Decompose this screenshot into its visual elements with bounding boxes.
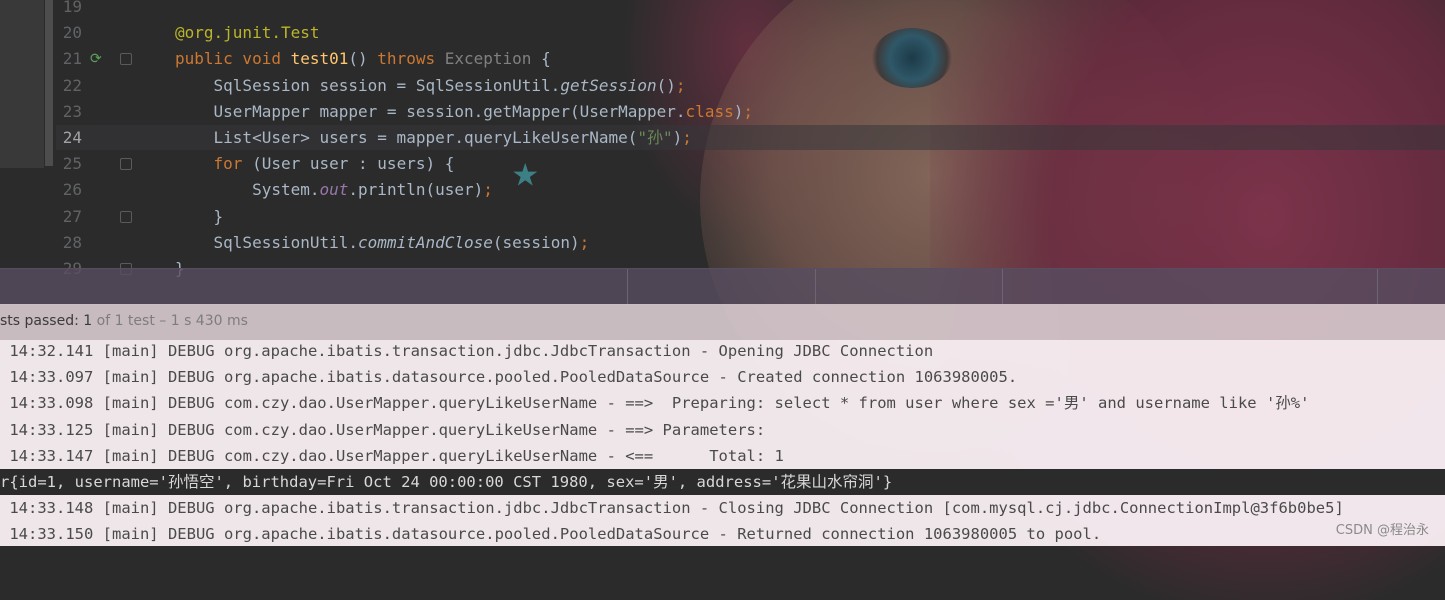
test-status-bar: sts passed: 1 of 1 test – 1 s 430 ms [0, 304, 1445, 340]
console-log-line: 14:33.147 [main] DEBUG com.czy.dao.UserM… [0, 446, 784, 465]
code-line[interactable]: 28 SqlSessionUtil.commitAndClose(session… [0, 230, 1445, 256]
console-log-line: 14:33.125 [main] DEBUG com.czy.dao.UserM… [0, 420, 775, 439]
code-text: for (User user : users) { [213, 154, 455, 174]
code-text: System.out.println(user); [175, 180, 493, 200]
console-log-line: 14:32.141 [main] DEBUG org.apache.ibatis… [0, 342, 934, 360]
line-number: 26 [62, 180, 82, 200]
line-number: 27 [62, 206, 82, 226]
console-log-line: 14:33.097 [main] DEBUG org.apache.ibatis… [0, 368, 1018, 387]
code-text: @org.junit.Test [175, 23, 320, 43]
code-text: SqlSession session = SqlSessionUtil.getS… [175, 75, 686, 95]
console-log-line: 14:33.150 [main] DEBUG org.apache.ibatis… [0, 525, 1102, 544]
code-editor[interactable]: 19 20 @org.junit.Test 21 ⟳ public void test01… [0, 0, 1445, 278]
code-line[interactable]: 24 List<User> users = mapper.queryLikeUs… [0, 125, 1445, 151]
line-number: 25 [62, 154, 82, 174]
code-text: UserMapper mapper = session.getMapper(Us… [175, 101, 753, 121]
run-console[interactable]: 14:32.141 [main] DEBUG org.apache.ibatis… [0, 340, 1445, 546]
code-line[interactable]: 27 } [0, 204, 1445, 230]
fold-marker-icon[interactable] [120, 53, 132, 66]
line-number: 21 [62, 49, 82, 69]
line-number: 28 [62, 232, 82, 252]
code-line[interactable]: 26 System.out.println(user); [0, 177, 1445, 203]
run-test-icon[interactable]: ⟳ [90, 46, 106, 72]
code-line[interactable]: 21 ⟳ public void test01() throws Exception… [0, 46, 1445, 72]
watermark: CSDN @程治永 [1335, 523, 1429, 538]
code-text: SqlSessionUtil.commitAndClose(session); [175, 232, 590, 252]
fold-marker-icon[interactable] [120, 210, 132, 223]
code-line[interactable]: 20 @org.junit.Test [0, 20, 1445, 46]
code-text: } [175, 206, 224, 226]
line-number: 23 [62, 101, 82, 121]
console-output-line: r{id=1, username='孙悟空', birthday=Fri Oct… [0, 469, 1445, 495]
code-line[interactable]: 22 SqlSession session = SqlSessionUtil.g… [0, 73, 1445, 99]
console-log-line: 14:33.148 [main] DEBUG org.apache.ibatis… [0, 499, 1344, 518]
line-number: 20 [62, 23, 82, 43]
line-number: 22 [62, 75, 82, 95]
code-line[interactable]: 25 for (User user : users) { [0, 151, 1445, 177]
code-line[interactable]: 23 UserMapper mapper = session.getMapper… [0, 99, 1445, 125]
code-line[interactable]: 19 [0, 0, 1445, 20]
console-log-line: 14:33.098 [main] DEBUG com.czy.dao.UserM… [0, 394, 1310, 413]
tool-window-splitter[interactable] [0, 268, 1445, 305]
fold-marker-icon[interactable] [120, 158, 132, 171]
code-text: List<User> users = mapper.queryLikeUserN… [175, 128, 692, 147]
line-number: 19 [62, 0, 82, 16]
test-status-text: sts passed: 1 of 1 test – 1 s 430 ms [0, 313, 248, 329]
code-text: public void test01() throws Exception { [175, 49, 551, 69]
line-number: 24 [62, 128, 82, 147]
